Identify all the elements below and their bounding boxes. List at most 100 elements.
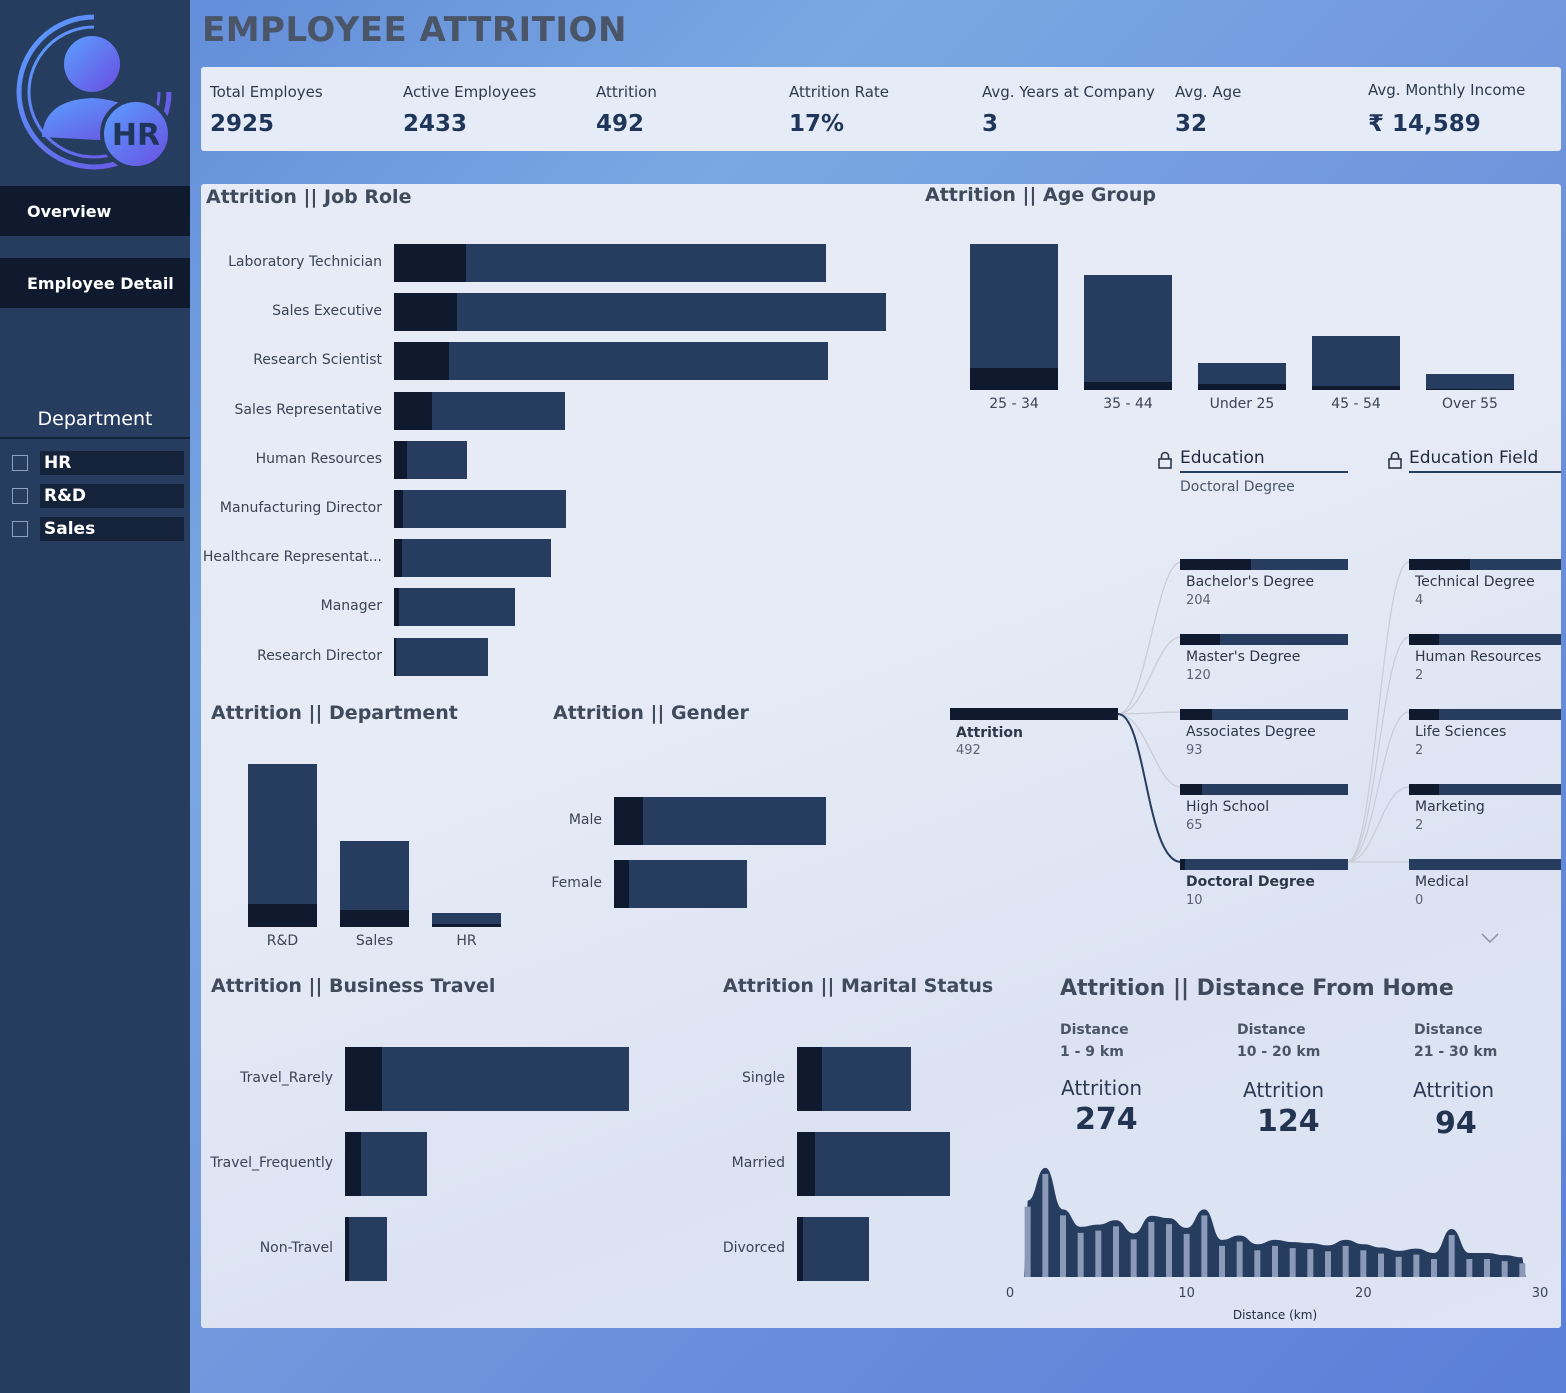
kpi-label: Avg. Age — [1175, 83, 1242, 101]
distance-bar — [1466, 1259, 1473, 1277]
distance-bar — [1501, 1261, 1508, 1277]
kpi-label: Avg. Monthly Income — [1368, 81, 1526, 99]
checkbox[interactable] — [12, 521, 28, 537]
distance-bar — [1448, 1235, 1455, 1277]
nav-overview[interactable]: Overview — [0, 186, 190, 236]
tree-node-bar-fill — [1180, 859, 1185, 870]
distance-card-value: 124 — [1257, 1104, 1320, 1139]
distance-bar — [1484, 1259, 1490, 1277]
tree-node-value: 93 — [1186, 743, 1203, 758]
department-slicer-title: Department — [37, 408, 153, 430]
nav-employee-detail[interactable]: Employee Detail — [0, 258, 190, 308]
kpi-label: Avg. Years at Company — [982, 83, 1155, 101]
main-panel: Attrition || Job Role Laboratory Technic… — [201, 184, 1561, 1328]
department-option-hr[interactable]: HR — [12, 451, 184, 475]
tree-node-label: Life Sciences — [1415, 724, 1507, 740]
x-axis-label: Distance (km) — [1233, 1308, 1317, 1322]
tree-node-bar — [1180, 859, 1348, 870]
bar-attrition — [345, 1047, 383, 1111]
bar-active — [361, 1132, 428, 1196]
tree-node-label: Doctoral Degree — [1186, 874, 1315, 890]
kpi-bar: Total Employes 2925 Active Employees 243… — [201, 67, 1561, 151]
kpi-label: Attrition Rate — [789, 83, 889, 101]
distance-card-range: 1 - 9 km — [1060, 1044, 1124, 1060]
bar-active — [348, 1217, 387, 1281]
tree-node-value: 120 — [1186, 668, 1211, 683]
svg-text:HR: HR — [112, 118, 160, 153]
distance-bar — [1219, 1245, 1225, 1277]
tree-node-label: Medical — [1415, 874, 1469, 890]
tree-node-label: Bachelor's Degree — [1186, 574, 1315, 590]
tree-node-label: Master's Degree — [1186, 649, 1301, 665]
tree-node-label: Associates Degree — [1186, 724, 1316, 740]
tree-node-bar-fill — [1409, 559, 1470, 570]
distance-bar — [1342, 1245, 1349, 1277]
distance-bar — [1431, 1259, 1437, 1277]
department-option-label: HR — [40, 451, 184, 475]
tree-node-label: High School — [1186, 799, 1270, 815]
kpi-label: Attrition — [596, 83, 657, 101]
category-label: Travel_Rarely — [240, 1070, 333, 1086]
distance-card-value: 274 — [1075, 1102, 1138, 1137]
distance-bar — [1166, 1224, 1172, 1277]
tree-node-value: 65 — [1186, 818, 1203, 833]
tree-node-bar — [1180, 784, 1348, 795]
tree-node-bar-fill — [1409, 709, 1439, 720]
tree-node-value: 0 — [1415, 893, 1424, 908]
tree-node-value: 4 — [1415, 593, 1424, 608]
kpi-value: 2433 — [403, 111, 468, 137]
tree-node-value: 2 — [1415, 743, 1424, 758]
bar-attrition — [797, 1047, 822, 1111]
x-tick-label: 0 — [1006, 1286, 1014, 1301]
department-option-label: Sales — [40, 517, 184, 541]
distance-bar — [1254, 1250, 1261, 1277]
tree-node-bar-fill — [1180, 709, 1212, 720]
bar-active — [382, 1047, 630, 1111]
category-label: Non-Travel — [259, 1240, 333, 1256]
tree-node-label: Technical Degree — [1415, 574, 1535, 590]
distance-card-range: 21 - 30 km — [1414, 1044, 1498, 1060]
bar-attrition — [345, 1132, 362, 1196]
department-option-sales[interactable]: Sales — [12, 517, 184, 541]
tree-node-value: 10 — [1186, 893, 1203, 908]
bar-active — [814, 1132, 951, 1196]
kpi-value: ₹ 14,589 — [1368, 111, 1481, 137]
distance-chart: 0 10 20 30 Distance (km) — [1006, 1167, 1548, 1322]
category-label: Divorced — [722, 1240, 785, 1256]
tree-node-bar-fill — [1180, 559, 1251, 570]
checkbox[interactable] — [12, 488, 28, 504]
distance-bar — [1236, 1241, 1243, 1277]
kpi-label: Active Employees — [403, 83, 537, 101]
page-title: EMPLOYEE ATTRITION — [202, 10, 627, 50]
distance-bar — [1201, 1215, 1208, 1277]
distance-card-label: Attrition — [1061, 1076, 1143, 1100]
distance-bar — [1042, 1173, 1049, 1277]
kpi-value: 492 — [596, 111, 645, 137]
kpi-value: 2925 — [210, 111, 275, 137]
distance-card-heading: Distance — [1414, 1022, 1483, 1038]
tree-root-label: Attrition — [956, 725, 1023, 741]
distance-card-heading: Distance — [1237, 1022, 1306, 1038]
distance-bar — [1130, 1239, 1137, 1277]
tree-node-value: 204 — [1186, 593, 1211, 608]
department-option-rd[interactable]: R&D — [12, 484, 184, 508]
distance-bar — [1113, 1226, 1119, 1277]
distance-bar — [1095, 1230, 1102, 1277]
x-tick-label: 10 — [1178, 1286, 1195, 1301]
distance-bar — [1360, 1250, 1367, 1277]
distance-bar — [1413, 1254, 1420, 1277]
department-option-label: R&D — [40, 484, 184, 508]
bar-active — [803, 1217, 870, 1281]
chevron-down-icon[interactable] — [1481, 928, 1499, 947]
checkbox[interactable] — [12, 455, 28, 471]
kpi-value: 3 — [982, 111, 999, 137]
distance-card-heading: Distance — [1060, 1022, 1129, 1038]
tree-connectors — [1117, 561, 1410, 863]
distance-card-label: Attrition — [1243, 1078, 1325, 1102]
distance-card-range: 10 - 20 km — [1237, 1044, 1321, 1060]
category-label: Travel_Frequently — [210, 1155, 333, 1171]
distance-bar — [1024, 1206, 1031, 1277]
tree-node-bar-fill — [1409, 784, 1439, 795]
department-divider — [0, 437, 190, 439]
distance-bar — [1148, 1221, 1155, 1277]
